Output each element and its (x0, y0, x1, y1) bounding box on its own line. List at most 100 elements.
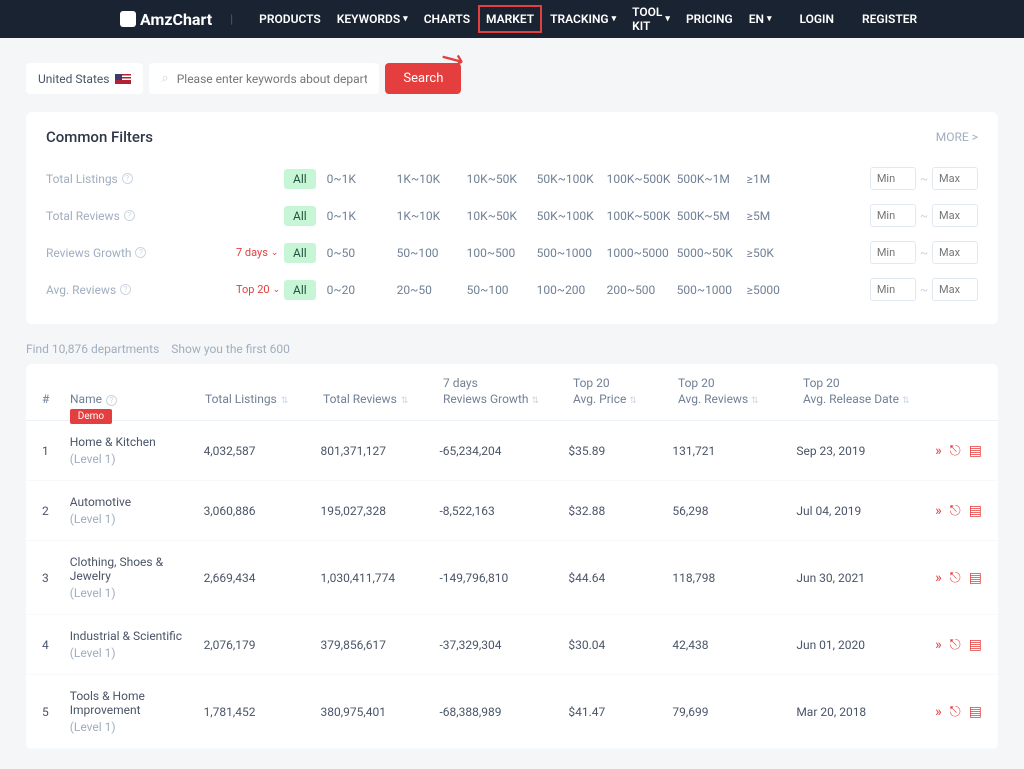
filter-option[interactable]: 200~500 (598, 280, 666, 300)
nav-charts[interactable]: CHARTS (416, 5, 478, 33)
filter-sub[interactable]: Top 20 ⌄ (236, 283, 284, 296)
min-input[interactable] (870, 167, 916, 190)
cell-name[interactable]: Industrial & Scientific(Level 1) (70, 629, 204, 660)
search-input[interactable] (177, 72, 368, 86)
sort-icon: ⇅ (531, 396, 539, 406)
filter-option[interactable]: 100K~500K (598, 169, 666, 189)
min-input[interactable] (870, 204, 916, 227)
help-icon: ? (135, 247, 146, 258)
filter-option[interactable]: 500~1000 (668, 280, 736, 300)
link-icon[interactable]: ⎋ (950, 637, 961, 653)
max-input[interactable] (932, 204, 978, 227)
filter-row: Avg. Reviews ?Top 20 ⌄All0~2020~5050~100… (46, 271, 978, 308)
cell-name[interactable]: Tools & Home Improvement(Level 1) (70, 689, 204, 734)
brand-logo[interactable]: AmzChart (120, 10, 212, 29)
filter-option[interactable]: 10K~50K (458, 169, 526, 189)
results-found: Find 10,876 departments (26, 342, 159, 356)
filter-option[interactable]: 0~1K (318, 206, 386, 226)
filter-option[interactable]: 50~100 (458, 280, 526, 300)
save-icon[interactable]: ▤ (969, 503, 982, 519)
filter-option[interactable]: 1K~10K (388, 206, 456, 226)
expand-icon[interactable]: » (935, 704, 942, 720)
filter-option[interactable]: 20~50 (388, 280, 456, 300)
expand-icon[interactable]: » (935, 443, 942, 459)
filter-option[interactable]: All (284, 206, 316, 226)
help-icon: ? (124, 210, 135, 221)
country-select[interactable]: United States (26, 63, 143, 94)
filter-option[interactable]: 50K~100K (528, 169, 596, 189)
filter-option[interactable]: 100~500 (458, 243, 526, 263)
th-price[interactable]: Top 20Avg. Price ⇅ (573, 376, 678, 406)
cell-name[interactable]: DemoHome & Kitchen(Level 1) (70, 435, 204, 466)
nav-tracking[interactable]: TRACKING▾ (542, 5, 624, 33)
th-name[interactable]: Name? (70, 376, 205, 406)
filter-option[interactable]: 5000~50K (668, 243, 736, 263)
filter-option[interactable]: All (284, 243, 316, 263)
expand-icon[interactable]: » (935, 637, 942, 653)
nav-products[interactable]: PRODUCTS (251, 5, 329, 33)
cell-name[interactable]: Automotive(Level 1) (70, 495, 204, 526)
table-row: 3Clothing, Shoes & Jewelry(Level 1)2,669… (26, 541, 998, 615)
nav-pricing[interactable]: PRICING (678, 5, 741, 33)
nav-right: EN▾ LOGIN REGISTER (741, 12, 925, 26)
th-reviews[interactable]: Total Reviews⇅ (323, 376, 443, 406)
table-header: # Name? Total Listings⇅ Total Reviews⇅ 7… (26, 364, 998, 421)
filter-label: Reviews Growth ? (46, 246, 236, 260)
filter-option[interactable]: 50K~100K (528, 206, 596, 226)
cell-listings: 4,032,587 (204, 444, 321, 458)
cell-growth: -68,388,989 (439, 705, 568, 719)
filter-option[interactable]: ≥5000 (738, 280, 806, 300)
filter-option[interactable]: 0~20 (318, 280, 386, 300)
link-icon[interactable]: ⎋ (950, 704, 961, 720)
min-input[interactable] (870, 278, 916, 301)
nav-keywords[interactable]: KEYWORDS▾ (329, 5, 416, 33)
th-growth[interactable]: 7 daysReviews Growth ⇅ (443, 376, 573, 406)
nav-login[interactable]: LOGIN (791, 12, 842, 26)
filter-option[interactable]: 0~50 (318, 243, 386, 263)
filter-option[interactable]: 100~200 (528, 280, 596, 300)
cell-date: Jul 04, 2019 (796, 504, 935, 518)
more-link[interactable]: MORE > (936, 130, 978, 144)
filters-panel: Common Filters MORE > Total Listings ?Al… (26, 112, 998, 324)
filter-option[interactable]: 500K~5M (668, 206, 736, 226)
save-icon[interactable]: ▤ (969, 637, 982, 653)
filter-option[interactable]: 1000~5000 (598, 243, 666, 263)
link-icon[interactable]: ⎋ (950, 443, 961, 459)
cell-actions: » ⎋ ▤ (935, 704, 982, 720)
nav-market[interactable]: MARKET (478, 5, 542, 33)
filter-option[interactable]: 500~1000 (528, 243, 596, 263)
nav-toolkit[interactable]: TOOL KIT▾ (624, 5, 678, 33)
save-icon[interactable]: ▤ (969, 443, 982, 459)
th-listings[interactable]: Total Listings⇅ (205, 376, 323, 406)
cell-reviews: 380,975,401 (321, 705, 440, 719)
th-date[interactable]: Top 20Avg. Release Date ⇅ (803, 376, 943, 406)
filter-option[interactable]: ≥5M (738, 206, 806, 226)
filter-option[interactable]: All (284, 280, 316, 300)
link-icon[interactable]: ⎋ (950, 503, 961, 519)
filter-option[interactable]: 0~1K (318, 169, 386, 189)
filter-option[interactable]: 1K~10K (388, 169, 456, 189)
filter-sub[interactable]: 7 days ⌄ (236, 246, 284, 259)
filter-option[interactable]: ≥50K (738, 243, 806, 263)
filter-option[interactable]: 500K~1M (668, 169, 736, 189)
th-avgrev[interactable]: Top 20Avg. Reviews ⇅ (678, 376, 803, 406)
filter-option[interactable]: ≥1M (738, 169, 806, 189)
nav-lang[interactable]: EN▾ (741, 12, 780, 26)
filter-option[interactable]: All (284, 169, 316, 189)
max-input[interactable] (932, 167, 978, 190)
cell-actions: » ⎋ ▤ (935, 443, 982, 459)
cell-listings: 1,781,452 (204, 705, 321, 719)
filter-option[interactable]: 10K~50K (458, 206, 526, 226)
help-icon: ? (106, 395, 117, 406)
sort-icon: ⇅ (281, 396, 289, 406)
nav-register[interactable]: REGISTER (854, 12, 925, 26)
cell-actions: » ⎋ ▤ (935, 503, 982, 519)
filter-option[interactable]: 100K~500K (598, 206, 666, 226)
expand-icon[interactable]: » (935, 503, 942, 519)
min-input[interactable] (870, 241, 916, 264)
max-input[interactable] (932, 278, 978, 301)
filter-option[interactable]: 50~100 (388, 243, 456, 263)
cell-price: $35.89 (568, 444, 672, 458)
max-input[interactable] (932, 241, 978, 264)
save-icon[interactable]: ▤ (969, 704, 982, 720)
